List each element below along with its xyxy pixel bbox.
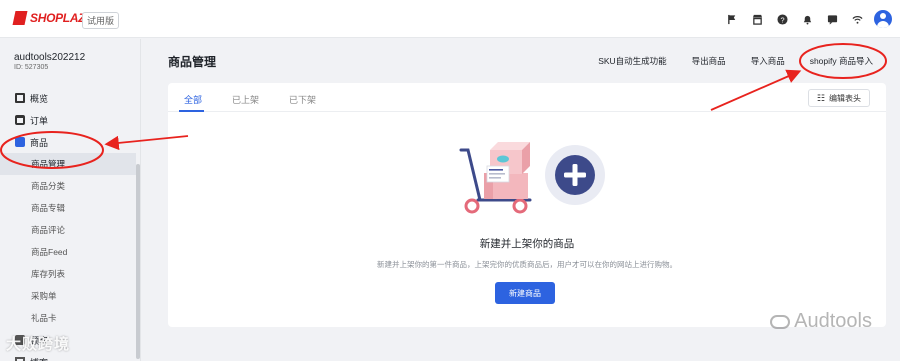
blog-icon bbox=[15, 357, 25, 361]
sidebar-sub-inventory[interactable]: 库存列表 bbox=[0, 263, 141, 285]
trial-badge: 试用版 bbox=[82, 12, 120, 29]
import-products-button[interactable]: 导入商品 bbox=[751, 55, 785, 67]
sidebar: audtools202212 ID: 527305 概览 订单 商品 商品管理 … bbox=[0, 39, 141, 361]
user-avatar[interactable] bbox=[874, 10, 892, 28]
sidebar-item-label: 概览 bbox=[30, 93, 49, 104]
edit-columns-button[interactable]: ☷ 编辑表头 bbox=[807, 89, 870, 107]
empty-products-illustration bbox=[459, 142, 605, 214]
empty-state-title: 新建并上架你的商品 bbox=[479, 238, 575, 250]
help-icon[interactable]: ? bbox=[771, 8, 793, 30]
order-icon bbox=[15, 115, 25, 125]
sidebar-item-label: 博客 bbox=[30, 356, 48, 361]
header-actions: SKU自动生成功能 导出商品 导入商品 shopify 商品导入 bbox=[598, 55, 873, 67]
page-title: 商品管理 bbox=[168, 55, 217, 69]
sidebar-sub-gift-card[interactable]: 礼品卡 bbox=[0, 307, 141, 329]
store-icon[interactable] bbox=[746, 8, 768, 30]
store-name[interactable]: audtools202212 bbox=[14, 52, 85, 63]
sidebar-sub-product-management[interactable]: 商品管理 bbox=[0, 153, 136, 175]
top-bar: SHOPLAZZA 试用版 ? bbox=[0, 0, 900, 38]
sidebar-nav: 概览 订单 商品 商品管理 商品分类 商品专辑 商品评论 商品Feed 库存列表… bbox=[0, 87, 141, 361]
active-tab-indicator bbox=[179, 110, 204, 112]
shopify-import-button[interactable]: shopify 商品导入 bbox=[810, 55, 873, 67]
edit-columns-label: 编辑表头 bbox=[829, 93, 861, 103]
sidebar-scrollbar[interactable] bbox=[136, 164, 140, 359]
svg-text:?: ? bbox=[780, 15, 784, 24]
message-icon[interactable] bbox=[821, 8, 843, 30]
tab-all[interactable]: 全部 bbox=[184, 93, 202, 106]
sidebar-item-label: 订单 bbox=[30, 115, 49, 126]
product-icon bbox=[15, 137, 25, 147]
logo-mark-icon bbox=[12, 11, 28, 25]
watermark-left: 大败跨境 bbox=[6, 336, 71, 353]
product-tabs: 全部 已上架 已下架 ☷ 编辑表头 bbox=[168, 83, 886, 112]
tab-unlisted[interactable]: 已下架 bbox=[289, 93, 316, 106]
top-icon-bar: ? bbox=[718, 0, 900, 38]
export-products-button[interactable]: 导出商品 bbox=[692, 55, 726, 67]
sidebar-item-overview[interactable]: 概览 bbox=[0, 87, 141, 109]
wechat-icon bbox=[770, 314, 791, 329]
tab-listed[interactable]: 已上架 bbox=[232, 93, 259, 106]
store-id: ID: 527305 bbox=[14, 64, 49, 71]
bell-icon[interactable] bbox=[796, 8, 818, 30]
sidebar-sub-product-collection[interactable]: 商品专辑 bbox=[0, 197, 141, 219]
sidebar-item-orders[interactable]: 订单 bbox=[0, 109, 141, 131]
sidebar-item-label: 商品 bbox=[30, 137, 49, 148]
sku-auto-generate-button[interactable]: SKU自动生成功能 bbox=[598, 55, 666, 67]
watermark-right-text: Audtools bbox=[794, 310, 872, 332]
watermark-right: Audtools bbox=[770, 310, 872, 333]
sidebar-sub-product-category[interactable]: 商品分类 bbox=[0, 175, 141, 197]
overview-icon bbox=[15, 93, 25, 103]
wifi-icon[interactable] bbox=[846, 8, 868, 30]
empty-state-description: 新建并上架你的第一件商品，上架完你的优质商品后，用户才可以在你的网站上进行购物。 bbox=[377, 260, 677, 269]
product-list-card: 全部 已上架 已下架 ☷ 编辑表头 新建并上架你的商品 新建并上架你的第一件商品… bbox=[168, 83, 886, 327]
flag-icon[interactable] bbox=[721, 8, 743, 30]
sidebar-sub-purchase-order[interactable]: 采购单 bbox=[0, 285, 141, 307]
sidebar-sub-product-reviews[interactable]: 商品评论 bbox=[0, 219, 141, 241]
sliders-icon: ☷ bbox=[816, 92, 825, 103]
new-product-button[interactable]: 新建商品 bbox=[495, 282, 555, 304]
sidebar-sub-product-feed[interactable]: 商品Feed bbox=[0, 241, 141, 263]
sidebar-item-products[interactable]: 商品 bbox=[0, 131, 141, 153]
